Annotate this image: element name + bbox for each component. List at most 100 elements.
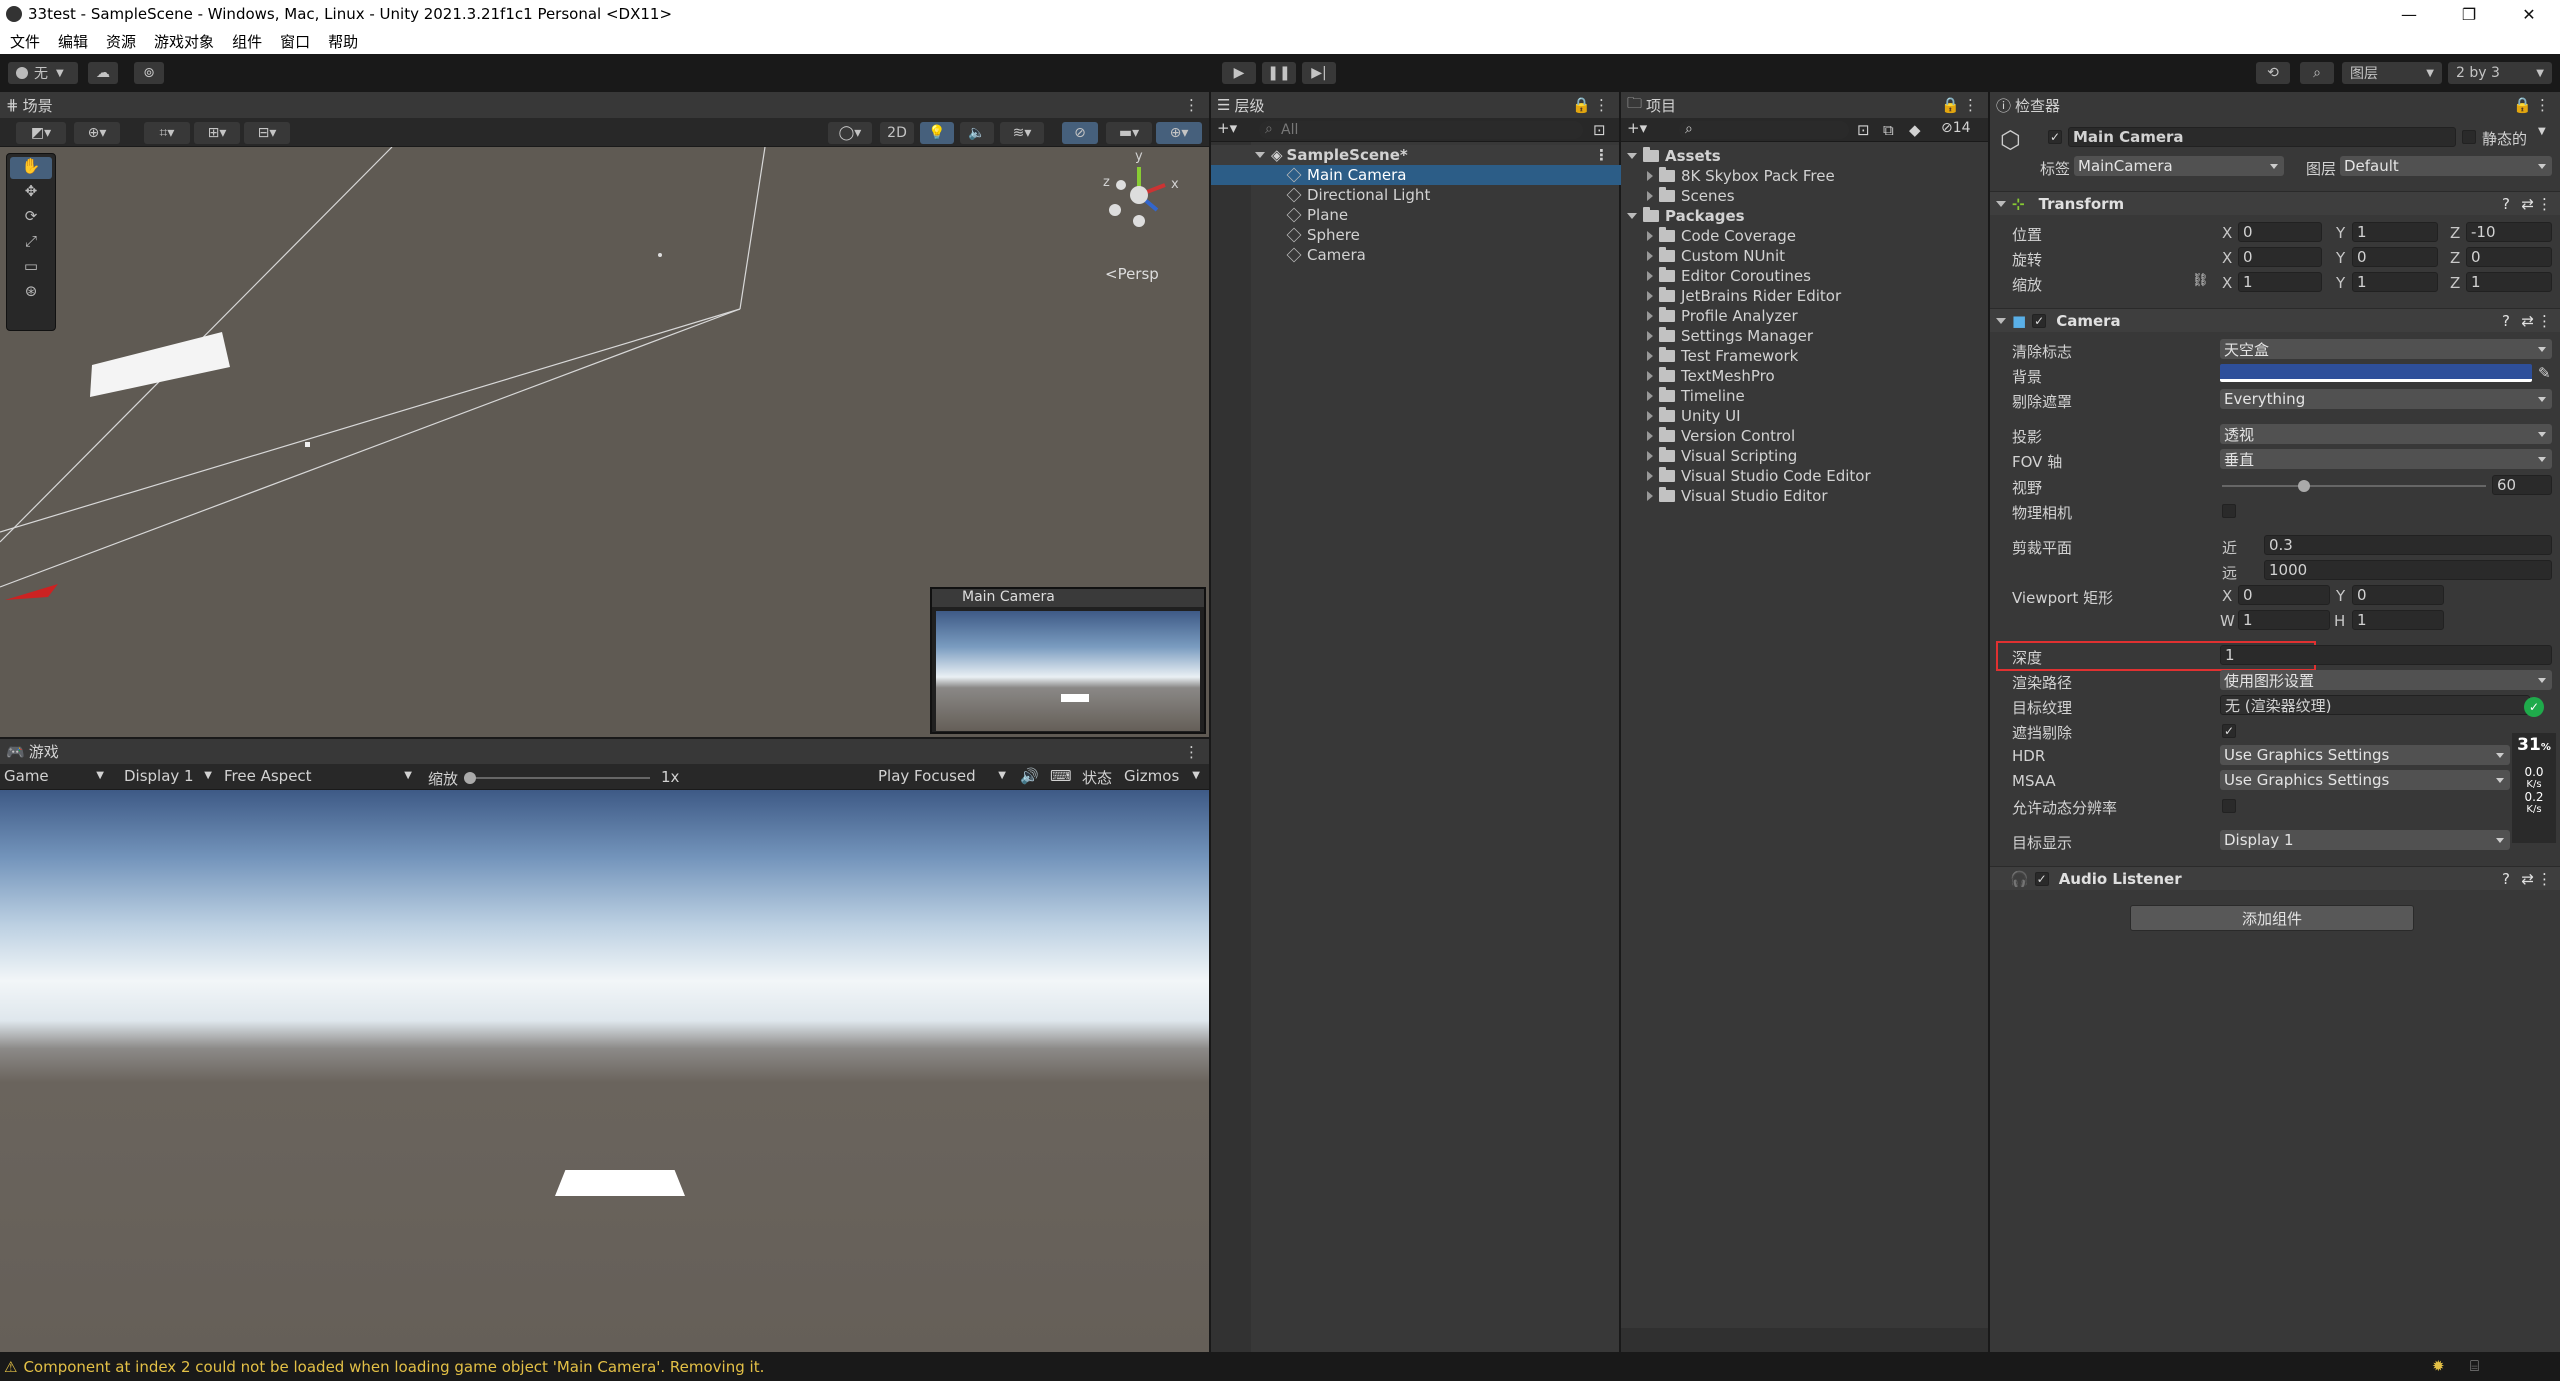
expand-arrow-icon[interactable] — [1647, 331, 1653, 341]
layers-dropdown[interactable]: 图层 ▼ — [2342, 62, 2442, 84]
rotation-x-field[interactable]: 0 — [2238, 247, 2322, 267]
package-folder-row[interactable]: Editor Coroutines — [1621, 266, 1981, 286]
expand-arrow-icon[interactable] — [1647, 271, 1653, 281]
package-folder-row[interactable]: Profile Analyzer — [1621, 306, 1981, 326]
expand-arrow-icon[interactable] — [1647, 491, 1653, 501]
grid-toggle-button[interactable]: ⊞▾ — [194, 122, 240, 144]
increment-snap-button[interactable]: ⊟▾ — [244, 122, 290, 144]
menu-assets[interactable]: 资源 — [106, 31, 136, 52]
menu-file[interactable]: 文件 — [10, 31, 40, 52]
camera-header[interactable]: ■ ✓ Camera ? ⇄ ⋮ — [1990, 308, 2560, 332]
status-bar[interactable]: ⚠ Component at index 2 could not be load… — [0, 1352, 2560, 1381]
packages-folder-row[interactable]: Packages — [1621, 206, 1981, 226]
project-search-input[interactable]: ⌕ — [1679, 121, 1849, 139]
more-icon[interactable]: ⋮ — [2535, 96, 2550, 114]
active-checkbox[interactable]: ✓ — [2048, 130, 2062, 144]
display-dropdown[interactable]: Display 1 ▼ — [124, 767, 216, 785]
viewport-y-field[interactable]: 0 — [2352, 585, 2444, 605]
hierarchy-item-plane[interactable]: Plane — [1211, 205, 1621, 225]
layer-dropdown[interactable]: Default — [2340, 156, 2552, 176]
scale-z-field[interactable]: 1 — [2466, 272, 2552, 292]
chevron-down-icon[interactable]: ▼ — [2538, 126, 2546, 137]
label-icon[interactable]: ◆ — [1909, 121, 1921, 139]
expand-arrow-icon[interactable] — [1996, 200, 2006, 207]
package-folder-row[interactable]: Custom NUnit — [1621, 246, 1981, 266]
lock-icon[interactable]: 🔒 — [1941, 96, 1960, 114]
lighting-toggle[interactable]: 💡 — [920, 122, 954, 144]
asset-folder-row[interactable]: 8K Skybox Pack Free — [1621, 166, 1981, 186]
rotate-tool-icon[interactable]: ⟳ — [10, 207, 52, 229]
expand-arrow-icon[interactable] — [1647, 411, 1653, 421]
rotation-y-field[interactable]: 0 — [2352, 247, 2438, 267]
dynamic-resolution-checkbox[interactable] — [2222, 799, 2236, 813]
menu-gameobject[interactable]: 游戏对象 — [154, 31, 214, 52]
transform-tool-icon[interactable]: ⊛ — [10, 282, 52, 304]
help-icon[interactable]: ? — [2502, 312, 2510, 330]
preset-icon[interactable]: ⇄ — [2521, 195, 2534, 213]
near-clip-field[interactable]: 0.3 — [2264, 535, 2552, 555]
static-checkbox[interactable] — [2462, 130, 2476, 144]
cloud-button[interactable]: ☁ — [88, 62, 118, 84]
game-view[interactable] — [0, 790, 1209, 1352]
expand-arrow-icon[interactable] — [1255, 152, 1265, 158]
package-folder-row[interactable]: Code Coverage — [1621, 226, 1981, 246]
more-icon[interactable]: ⋮ — [2537, 312, 2552, 330]
gizmos-toggle[interactable]: ⊕▾ — [1156, 122, 1202, 144]
expand-arrow-icon[interactable] — [1647, 351, 1653, 361]
help-icon[interactable]: ? — [2502, 870, 2510, 888]
expand-arrow-icon[interactable] — [1647, 371, 1653, 381]
scale-y-field[interactable]: 1 — [2352, 272, 2438, 292]
hierarchy-item-camera[interactable]: Camera — [1211, 245, 1621, 265]
clear-flags-dropdown[interactable]: 天空盒 — [2220, 339, 2552, 359]
culling-mask-dropdown[interactable]: Everything — [2220, 389, 2552, 409]
package-folder-row[interactable]: Visual Studio Editor — [1621, 486, 1981, 506]
fov-field[interactable]: 60 — [2492, 475, 2552, 495]
tab-inspector[interactable]: ⓘ 检查器 🔒 ⋮ — [1990, 92, 2560, 118]
expand-arrow-icon[interactable] — [1647, 471, 1653, 481]
hierarchy-search-input[interactable]: ⌕ All — [1259, 121, 1583, 139]
menu-window[interactable]: 窗口 — [280, 31, 310, 52]
position-y-field[interactable]: 1 — [2352, 222, 2438, 242]
render-mode-button[interactable]: ◯▾ — [828, 122, 872, 144]
preset-icon[interactable]: ⇄ — [2521, 312, 2534, 330]
toggle-2d-button[interactable]: 2D — [880, 122, 914, 144]
viewport-x-field[interactable]: 0 — [2238, 585, 2330, 605]
expand-arrow-icon[interactable] — [1647, 171, 1653, 181]
fov-slider-thumb[interactable] — [2297, 480, 2310, 492]
collab-button[interactable]: ⊚ — [134, 62, 164, 84]
viewport-w-field[interactable]: 1 — [2238, 610, 2330, 630]
lock-icon[interactable]: 🔒 — [1572, 96, 1591, 114]
game-mode-dropdown[interactable]: Game ▼ — [4, 767, 108, 785]
more-icon[interactable]: ⋮ — [1594, 146, 1609, 164]
perspective-label[interactable]: <Persp — [1105, 265, 1159, 283]
hidden-packages-toggle[interactable]: ⊘14 — [1941, 120, 1971, 136]
more-icon[interactable]: ⋮ — [1184, 96, 1199, 114]
tab-hierarchy[interactable]: ☰ 层级 🔒 ⋮ — [1211, 92, 1619, 118]
occlusion-culling-checkbox[interactable]: ✓ — [2222, 724, 2236, 738]
transform-header[interactable]: ⊹ Transform ? ⇄ ⋮ — [1990, 191, 2560, 215]
stats-button[interactable]: 状态 — [1082, 767, 1112, 788]
scene-root-row[interactable]: ◈ SampleScene* ⋮ — [1211, 145, 1619, 165]
lock-icon[interactable]: 🔒 — [2513, 96, 2532, 114]
expand-arrow-icon[interactable] — [1996, 317, 2006, 324]
maximize-button[interactable]: ❐ — [2440, 0, 2498, 28]
close-button[interactable]: ✕ — [2500, 0, 2558, 28]
package-folder-row[interactable]: JetBrains Rider Editor — [1621, 286, 1981, 306]
msaa-dropdown[interactable]: Use Graphics Settings — [2220, 770, 2510, 790]
package-folder-row[interactable]: TextMeshPro — [1621, 366, 1981, 386]
package-folder-row[interactable]: Visual Studio Code Editor — [1621, 466, 1981, 486]
scale-tool-icon[interactable]: ⤢ — [10, 232, 52, 254]
expand-arrow-icon[interactable] — [1647, 451, 1653, 461]
asset-folder-row[interactable]: Scenes — [1621, 186, 1981, 206]
viewport-h-field[interactable]: 1 — [2352, 610, 2444, 630]
tag-dropdown[interactable]: MainCamera — [2074, 156, 2284, 176]
preset-icon[interactable]: ⇄ — [2521, 870, 2534, 888]
search-options-icon[interactable]: ⊡ — [1593, 121, 1606, 139]
sphere-object[interactable] — [658, 253, 662, 257]
menu-component[interactable]: 组件 — [232, 31, 262, 52]
link-icon[interactable]: ⛓ — [2192, 273, 2209, 288]
search-button[interactable]: ⌕ — [2300, 62, 2334, 84]
mute-audio-icon[interactable]: 🔊 — [1020, 767, 1039, 785]
audio-listener-header[interactable]: 🎧 ✓ Audio Listener ? ⇄ ⋮ — [1990, 866, 2560, 890]
add-component-button[interactable]: 添加组件 — [2130, 905, 2414, 931]
